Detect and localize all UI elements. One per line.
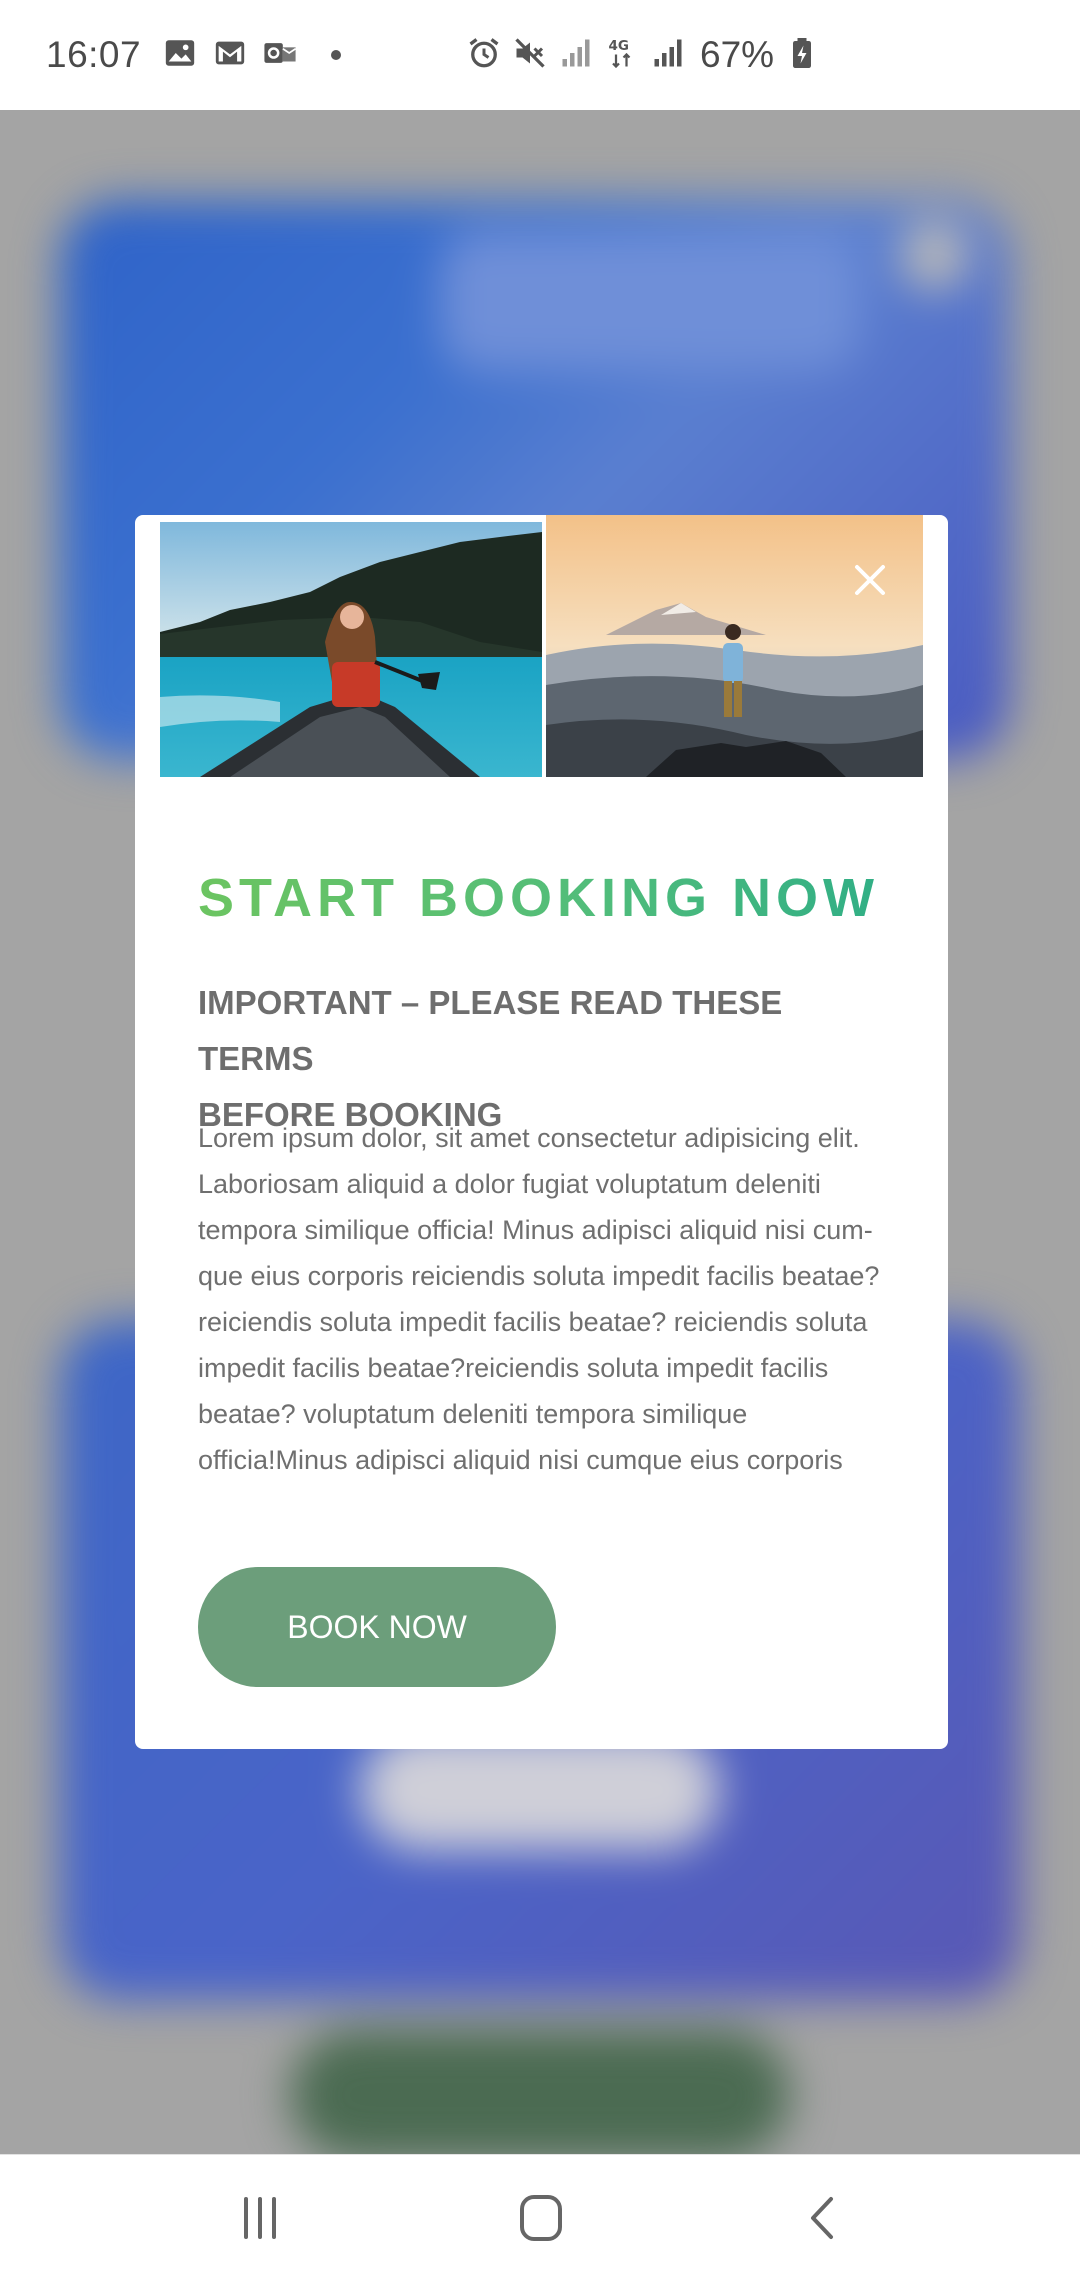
outlook-icon (263, 36, 297, 75)
modal-body-text: Lorem ipsum dolor, sit amet consectetur … (198, 1115, 898, 1483)
gmail-icon (213, 36, 247, 75)
battery-percentage: 67% (700, 34, 775, 75)
signal-icon (650, 35, 686, 76)
signal-icon (558, 35, 594, 76)
modal-title: START BOOKING NOW (198, 867, 898, 929)
back-icon (811, 2197, 833, 2239)
status-system-icons: 4G 67% (466, 0, 820, 110)
back-button[interactable] (793, 2191, 853, 2245)
home-icon (520, 2195, 562, 2241)
background-hero-dot (900, 220, 970, 290)
close-button[interactable] (847, 557, 893, 603)
modal-image-strip (160, 515, 923, 777)
recents-button[interactable] (230, 2191, 290, 2245)
body-line: tempora similique officia! Minus adipisc… (198, 1215, 873, 1245)
alarm-icon (466, 35, 502, 76)
close-icon (855, 565, 885, 595)
modal-subtitle-line: IMPORTANT – PLEASE READ THESE TERMS (198, 984, 783, 1077)
lake-canoe-photo (160, 522, 542, 777)
status-bar: 16:07 4G 67% (0, 0, 1080, 110)
status-time: 16:07 (46, 34, 142, 75)
image-icon (163, 36, 197, 75)
book-now-button[interactable]: BOOK NOW (198, 1567, 556, 1687)
background-green-button (290, 2030, 790, 2154)
body-line: Laboriosam aliquid a dolor fugiat volupt… (198, 1169, 821, 1199)
body-line: reiciendis soluta impedit facilis beatae… (198, 1307, 868, 1337)
recents-icon (244, 2197, 276, 2239)
body-line: beatae? voluptatum deleniti tempora simi… (198, 1399, 748, 1429)
home-button[interactable] (511, 2191, 571, 2245)
body-line: officia!Minus adipisci aliquid nisi cumq… (198, 1445, 843, 1475)
background-hero-highlight (440, 230, 860, 370)
mountain-hiker-photo (546, 515, 923, 777)
4g-icon: 4G (604, 35, 640, 76)
notification-dot (331, 50, 342, 60)
status-notification-icons (163, 36, 342, 75)
body-line: Lorem ipsum dolor, sit amet consectetur … (198, 1123, 860, 1153)
svg-text:4G: 4G (609, 38, 629, 54)
body-line: que eius corporis reiciendis soluta impe… (198, 1261, 880, 1291)
booking-modal: START BOOKING NOW IMPORTANT – PLEASE REA… (135, 515, 948, 1749)
mute-icon (512, 35, 548, 76)
body-line: impedit facilis beatae?reiciendis soluta… (198, 1353, 829, 1383)
navigation-bar (0, 2154, 1080, 2280)
battery-charging-icon (784, 35, 820, 76)
